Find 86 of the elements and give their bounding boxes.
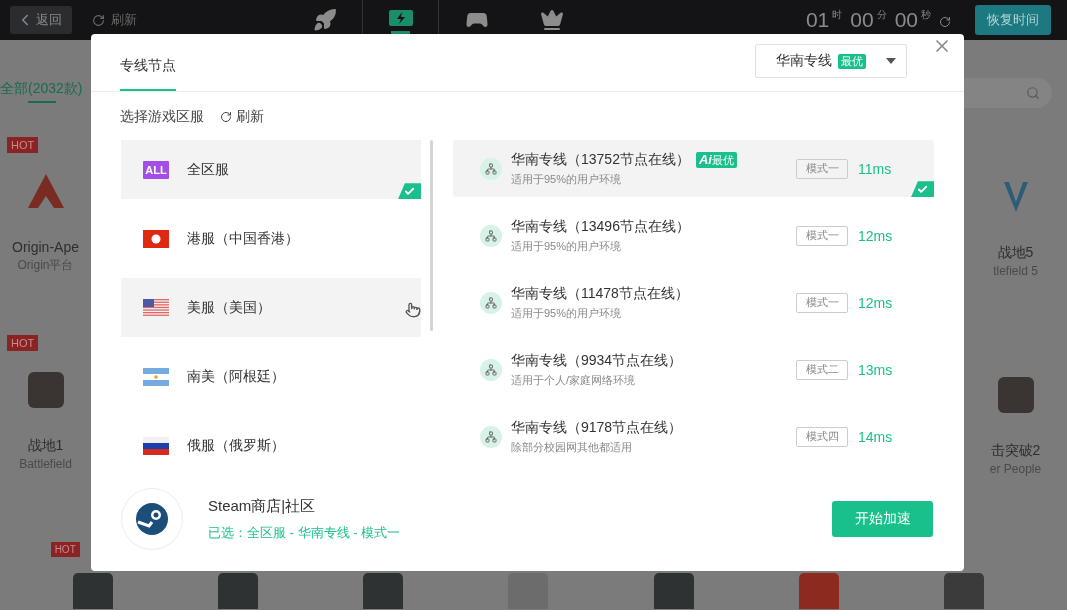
node-description: 适用于95%的用户环境	[511, 238, 623, 254]
region-row[interactable]: ALL 全区服	[121, 140, 421, 200]
best-badge: 最优	[838, 53, 866, 69]
ai-best-badge: Ai最优	[695, 151, 737, 168]
node-description: 适用于95%的用户环境	[511, 305, 623, 321]
check-corner-icon	[911, 181, 934, 198]
region-row[interactable]: 南美（阿根廷）	[121, 347, 421, 407]
node-row[interactable]: 华南专线（9934节点在线） 适用于个人/家庭网络环境 模式二 13ms	[453, 341, 934, 399]
node-row[interactable]: 华南专线（9178节点在线） 除部分校园网其他都适用 模式四 14ms	[453, 408, 934, 466]
game-title: 击突破2	[990, 442, 1041, 460]
latency-value: 12ms	[858, 227, 893, 244]
argentina-flag-icon	[143, 367, 169, 386]
check-corner-icon	[398, 183, 421, 200]
network-icon	[480, 291, 502, 314]
latency-value: 12ms	[858, 294, 893, 311]
network-icon	[480, 224, 502, 247]
timer-unit: 时	[832, 8, 843, 22]
game-thumbnail[interactable]	[653, 573, 694, 609]
game-title: 战地1	[27, 437, 64, 455]
node-name: 华南专线（13496节点在线）	[511, 217, 690, 236]
node-name: 华南专线（9934节点在线）	[511, 351, 683, 370]
region-row[interactable]: 美服（美国）	[121, 278, 421, 338]
timer-value: 00	[894, 8, 918, 32]
game-thumbnail[interactable]	[944, 573, 985, 609]
node-description: 除部分校园网其他都适用	[511, 439, 633, 455]
node-description: 适用于95%的用户环境	[511, 171, 623, 187]
network-icon	[480, 157, 502, 180]
node-name: 华南专线（13752节点在线）	[511, 150, 690, 169]
network-icon	[480, 358, 502, 381]
russia-flag-icon	[143, 436, 169, 455]
region-row[interactable]: 港服（中国香港）	[121, 209, 421, 269]
hot-badge: HOT	[50, 542, 80, 557]
node-row[interactable]: 华南专线（11478节点在线） 适用于95%的用户环境 模式一 12ms	[453, 274, 934, 332]
refresh-icon	[92, 13, 105, 27]
selection-summary: 已选：全区服 - 华南专线 - 模式一	[208, 523, 401, 542]
app-name: Steam商店|社区	[208, 496, 317, 516]
rocket-icon	[312, 8, 337, 32]
game-thumbnail	[27, 372, 64, 408]
timer-value: 01	[805, 8, 830, 32]
scrollbar[interactable]	[430, 140, 433, 332]
latency-value: 13ms	[858, 361, 893, 378]
line-dropdown[interactable]: 华南专线 最优	[755, 44, 907, 79]
hot-badge: HOT	[7, 335, 39, 351]
v-logo-icon	[1002, 180, 1029, 214]
refresh-icon	[220, 111, 232, 124]
latency-value: 11ms	[858, 160, 892, 177]
network-icon	[480, 425, 502, 448]
node-row[interactable]: 华南专线（13496节点在线） 适用于95%的用户环境 模式一 12ms	[453, 207, 934, 265]
node-row[interactable]: 华南专线（13752节点在线） Ai最优 适用于95%的用户环境 模式一 11ms	[453, 140, 934, 198]
hand-cursor-icon	[405, 302, 421, 319]
node-name: 华南专线（11478节点在线）	[511, 284, 689, 303]
mode-tag: 模式一	[796, 158, 848, 179]
hot-badge: HOT	[7, 137, 39, 153]
search-icon	[1026, 86, 1040, 100]
us-flag-icon	[143, 298, 169, 317]
timer-value: 00	[850, 8, 874, 32]
node-description: 适用于个人/家庭网络环境	[511, 372, 637, 388]
refresh-link[interactable]: 刷新	[92, 11, 137, 29]
search-field[interactable]	[964, 78, 1052, 108]
dialog-tab[interactable]: 专线节点	[120, 57, 176, 92]
game-thumbnail[interactable]	[217, 573, 258, 609]
mode-tag: 模式一	[796, 292, 848, 313]
game-thumbnail[interactable]	[799, 573, 840, 609]
timer-unit: 分	[876, 8, 887, 22]
back-button[interactable]: 返回	[10, 6, 72, 34]
timer-unit: 秒	[921, 8, 931, 22]
caret-icon	[886, 58, 896, 65]
region-row[interactable]: 俄服（俄罗斯）	[121, 416, 421, 476]
region-heading: 选择游戏区服	[120, 108, 204, 127]
node-name: 华南专线（9178节点在线）	[511, 418, 683, 437]
dropdown-value: 华南专线	[776, 52, 832, 71]
mode-tag: 模式四	[796, 426, 848, 447]
game-thumbnail[interactable]	[363, 573, 404, 609]
game-title: Origin-Ape	[12, 239, 79, 255]
crown-icon	[539, 8, 564, 32]
mode-tag: 模式一	[796, 225, 848, 246]
all-region-icon: ALL	[143, 160, 169, 179]
game-title: 战地5	[997, 244, 1034, 262]
game-thumbnail[interactable]	[72, 573, 113, 609]
mode-tag: 模式二	[796, 359, 848, 380]
hong-kong-flag-icon	[143, 229, 169, 248]
refresh-button[interactable]: 刷新	[220, 108, 264, 127]
refresh-icon[interactable]	[939, 16, 951, 28]
steam-logo-icon	[135, 502, 169, 537]
latency-value: 14ms	[858, 428, 893, 445]
game-thumbnail	[997, 377, 1034, 413]
